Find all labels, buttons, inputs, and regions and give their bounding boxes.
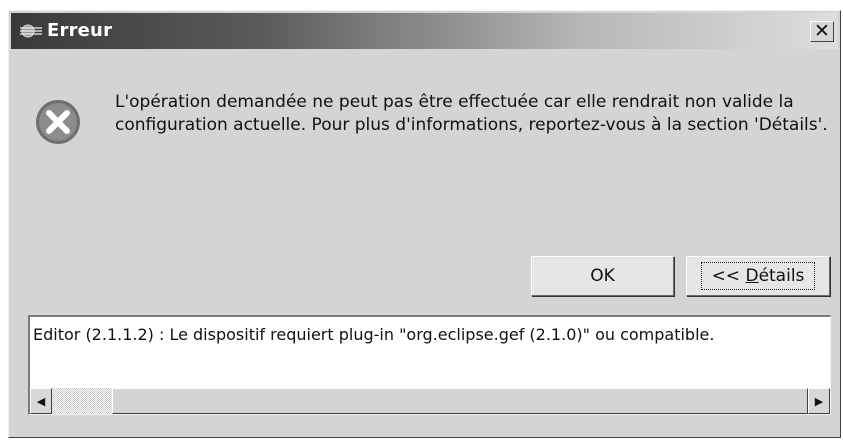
details-button-mnemonic: D bbox=[745, 266, 759, 286]
scroll-track[interactable] bbox=[52, 388, 808, 414]
details-text: Editor (2.1.1.2) : Le dispositif requier… bbox=[33, 325, 715, 344]
ok-button-label: OK bbox=[590, 266, 615, 286]
scroll-thumb[interactable] bbox=[112, 388, 808, 414]
focus-rectangle: << Détails bbox=[700, 262, 816, 290]
details-toggle-button[interactable]: << Détails bbox=[686, 256, 830, 296]
details-button-prefix: << bbox=[711, 266, 746, 286]
close-button[interactable]: ✕ bbox=[810, 21, 834, 42]
dialog-title: Erreur bbox=[47, 20, 113, 41]
details-text-area[interactable]: Editor (2.1.1.2) : Le dispositif requier… bbox=[28, 315, 831, 415]
arrow-left-icon: ◀ bbox=[36, 394, 46, 408]
error-dialog: Erreur ✕ L'opération demandée ne peut pa… bbox=[8, 10, 841, 438]
title-bar[interactable]: Erreur ✕ bbox=[11, 13, 838, 49]
arrow-right-icon: ▶ bbox=[814, 394, 824, 408]
scroll-left-button[interactable]: ◀ bbox=[30, 388, 52, 414]
ok-button[interactable]: OK bbox=[531, 256, 674, 296]
error-x-icon bbox=[35, 99, 81, 145]
close-icon: ✕ bbox=[814, 20, 830, 42]
horizontal-scrollbar[interactable]: ◀ ▶ bbox=[30, 388, 830, 414]
details-button-label: étails bbox=[758, 266, 805, 286]
error-message: L'opération demandée ne peut pas être ef… bbox=[115, 92, 828, 135]
scroll-right-button[interactable]: ▶ bbox=[808, 388, 830, 414]
eclipse-app-icon bbox=[19, 22, 43, 40]
